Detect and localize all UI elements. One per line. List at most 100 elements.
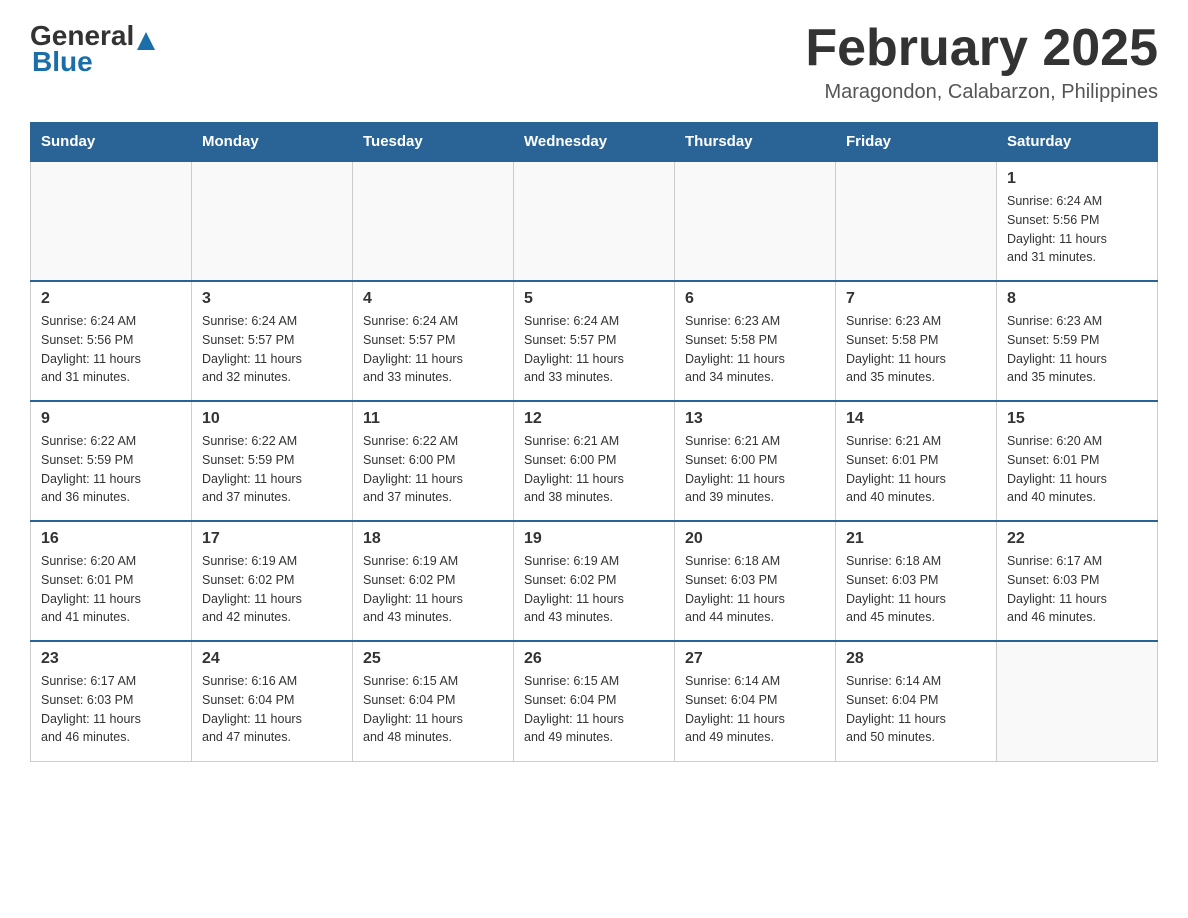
- day-number: 3: [202, 290, 342, 308]
- day-info: Sunrise: 6:14 AMSunset: 6:04 PMDaylight:…: [846, 672, 986, 747]
- day-number: 12: [524, 410, 664, 428]
- calendar-cell: 18Sunrise: 6:19 AMSunset: 6:02 PMDayligh…: [353, 521, 514, 641]
- page-header: General Blue February 2025 Maragondon, C…: [30, 20, 1158, 104]
- day-number: 20: [685, 530, 825, 548]
- calendar-cell: 8Sunrise: 6:23 AMSunset: 5:59 PMDaylight…: [997, 281, 1158, 401]
- day-number: 19: [524, 530, 664, 548]
- calendar-cell: 12 Sunrise: 6:21 AMSunset: 6:00 PMDayligh…: [514, 401, 675, 521]
- day-number: 25: [363, 650, 503, 668]
- calendar-cell: 3 Sunrise: 6:24 AMSunset: 5:57 PMDaylight…: [192, 281, 353, 401]
- logo-triangle-icon: [137, 32, 155, 50]
- calendar-header-tuesday: Tuesday: [353, 123, 514, 162]
- calendar-week-row: 9 Sunrise: 6:22 AMSunset: 5:59 PMDaylight…: [31, 401, 1158, 521]
- day-info: Sunrise: 6:22 AMSunset: 5:59 PMDaylight:…: [41, 432, 181, 507]
- day-info: Sunrise: 6:15 AMSunset: 6:04 PMDaylight:…: [363, 672, 503, 747]
- day-number: 26: [524, 650, 664, 668]
- calendar-header-saturday: Saturday: [997, 123, 1158, 162]
- calendar-cell: 11 Sunrise: 6:22 AMSunset: 6:00 PMDayligh…: [353, 401, 514, 521]
- day-info: Sunrise: 6:22 AMSunset: 6:00 PMDaylight:…: [363, 432, 503, 507]
- day-number: 13: [685, 410, 825, 428]
- calendar-cell: 24Sunrise: 6:16 AMSunset: 6:04 PMDayligh…: [192, 641, 353, 761]
- day-info: Sunrise: 6:17 AMSunset: 6:03 PMDaylight:…: [1007, 552, 1147, 627]
- calendar-cell: [997, 641, 1158, 761]
- day-number: 21: [846, 530, 986, 548]
- day-number: 15: [1007, 410, 1147, 428]
- calendar-header-wednesday: Wednesday: [514, 123, 675, 162]
- calendar-table: SundayMondayTuesdayWednesdayThursdayFrid…: [30, 122, 1158, 762]
- day-info: Sunrise: 6:20 AMSunset: 6:01 PMDaylight:…: [1007, 432, 1147, 507]
- subtitle: Maragondon, Calabarzon, Philippines: [805, 81, 1158, 104]
- calendar-cell: [31, 161, 192, 281]
- calendar-header-row: SundayMondayTuesdayWednesdayThursdayFrid…: [31, 123, 1158, 162]
- calendar-cell: 15 Sunrise: 6:20 AMSunset: 6:01 PMDayligh…: [997, 401, 1158, 521]
- day-number: 11: [363, 410, 503, 428]
- day-info: Sunrise: 6:21 AMSunset: 6:00 PMDaylight:…: [685, 432, 825, 507]
- day-info: Sunrise: 6:24 AMSunset: 5:56 PMDaylight:…: [41, 312, 181, 387]
- day-info: Sunrise: 6:24 AMSunset: 5:57 PMDaylight:…: [524, 312, 664, 387]
- day-info: Sunrise: 6:23 AMSunset: 5:58 PMDaylight:…: [685, 312, 825, 387]
- day-info: Sunrise: 6:17 AMSunset: 6:03 PMDaylight:…: [41, 672, 181, 747]
- calendar-cell: [675, 161, 836, 281]
- calendar-cell: [836, 161, 997, 281]
- logo-blue-text: Blue: [32, 46, 93, 78]
- calendar-cell: 22 Sunrise: 6:17 AMSunset: 6:03 PMDayligh…: [997, 521, 1158, 641]
- day-info: Sunrise: 6:19 AMSunset: 6:02 PMDaylight:…: [363, 552, 503, 627]
- day-info: Sunrise: 6:23 AMSunset: 5:59 PMDaylight:…: [1007, 312, 1147, 387]
- title-block: February 2025 Maragondon, Calabarzon, Ph…: [805, 20, 1158, 104]
- calendar-cell: 23 Sunrise: 6:17 AMSunset: 6:03 PMDayligh…: [31, 641, 192, 761]
- calendar-cell: 1 Sunrise: 6:24 AMSunset: 5:56 PMDaylight…: [997, 161, 1158, 281]
- day-number: 9: [41, 410, 181, 428]
- calendar-cell: 6 Sunrise: 6:23 AMSunset: 5:58 PMDaylight…: [675, 281, 836, 401]
- day-number: 10: [202, 410, 342, 428]
- calendar-cell: 10 Sunrise: 6:22 AMSunset: 5:59 PMDayligh…: [192, 401, 353, 521]
- logo: General Blue: [30, 20, 155, 78]
- calendar-header-friday: Friday: [836, 123, 997, 162]
- calendar-week-row: 16Sunrise: 6:20 AMSunset: 6:01 PMDayligh…: [31, 521, 1158, 641]
- day-info: Sunrise: 6:21 AMSunset: 6:00 PMDaylight:…: [524, 432, 664, 507]
- calendar-cell: 5 Sunrise: 6:24 AMSunset: 5:57 PMDaylight…: [514, 281, 675, 401]
- day-number: 28: [846, 650, 986, 668]
- calendar-cell: 26 Sunrise: 6:15 AMSunset: 6:04 PMDayligh…: [514, 641, 675, 761]
- day-info: Sunrise: 6:24 AMSunset: 5:57 PMDaylight:…: [202, 312, 342, 387]
- calendar-cell: [353, 161, 514, 281]
- calendar-cell: 25 Sunrise: 6:15 AMSunset: 6:04 PMDayligh…: [353, 641, 514, 761]
- day-info: Sunrise: 6:19 AMSunset: 6:02 PMDaylight:…: [202, 552, 342, 627]
- day-info: Sunrise: 6:18 AMSunset: 6:03 PMDaylight:…: [846, 552, 986, 627]
- calendar-cell: [514, 161, 675, 281]
- calendar-cell: [192, 161, 353, 281]
- calendar-week-row: 1 Sunrise: 6:24 AMSunset: 5:56 PMDaylight…: [31, 161, 1158, 281]
- day-number: 5: [524, 290, 664, 308]
- calendar-cell: 7 Sunrise: 6:23 AMSunset: 5:58 PMDaylight…: [836, 281, 997, 401]
- day-info: Sunrise: 6:14 AMSunset: 6:04 PMDaylight:…: [685, 672, 825, 747]
- calendar-cell: 27Sunrise: 6:14 AMSunset: 6:04 PMDayligh…: [675, 641, 836, 761]
- calendar-cell: 14 Sunrise: 6:21 AMSunset: 6:01 PMDayligh…: [836, 401, 997, 521]
- calendar-cell: 16Sunrise: 6:20 AMSunset: 6:01 PMDayligh…: [31, 521, 192, 641]
- calendar-week-row: 2 Sunrise: 6:24 AMSunset: 5:56 PMDaylight…: [31, 281, 1158, 401]
- day-number: 14: [846, 410, 986, 428]
- calendar-cell: 9 Sunrise: 6:22 AMSunset: 5:59 PMDaylight…: [31, 401, 192, 521]
- day-info: Sunrise: 6:16 AMSunset: 6:04 PMDaylight:…: [202, 672, 342, 747]
- calendar-cell: 13 Sunrise: 6:21 AMSunset: 6:00 PMDayligh…: [675, 401, 836, 521]
- calendar-cell: 20Sunrise: 6:18 AMSunset: 6:03 PMDayligh…: [675, 521, 836, 641]
- calendar-header-monday: Monday: [192, 123, 353, 162]
- day-number: 1: [1007, 170, 1147, 188]
- calendar-cell: 4 Sunrise: 6:24 AMSunset: 5:57 PMDaylight…: [353, 281, 514, 401]
- calendar-header-thursday: Thursday: [675, 123, 836, 162]
- day-info: Sunrise: 6:15 AMSunset: 6:04 PMDaylight:…: [524, 672, 664, 747]
- calendar-week-row: 23 Sunrise: 6:17 AMSunset: 6:03 PMDayligh…: [31, 641, 1158, 761]
- day-number: 4: [363, 290, 503, 308]
- calendar-cell: 28 Sunrise: 6:14 AMSunset: 6:04 PMDayligh…: [836, 641, 997, 761]
- day-number: 2: [41, 290, 181, 308]
- day-info: Sunrise: 6:24 AMSunset: 5:57 PMDaylight:…: [363, 312, 503, 387]
- day-info: Sunrise: 6:24 AMSunset: 5:56 PMDaylight:…: [1007, 192, 1147, 267]
- day-info: Sunrise: 6:21 AMSunset: 6:01 PMDaylight:…: [846, 432, 986, 507]
- day-info: Sunrise: 6:23 AMSunset: 5:58 PMDaylight:…: [846, 312, 986, 387]
- day-number: 23: [41, 650, 181, 668]
- day-info: Sunrise: 6:22 AMSunset: 5:59 PMDaylight:…: [202, 432, 342, 507]
- day-number: 7: [846, 290, 986, 308]
- calendar-cell: 19Sunrise: 6:19 AMSunset: 6:02 PMDayligh…: [514, 521, 675, 641]
- calendar-cell: 2 Sunrise: 6:24 AMSunset: 5:56 PMDaylight…: [31, 281, 192, 401]
- day-number: 6: [685, 290, 825, 308]
- day-number: 22: [1007, 530, 1147, 548]
- day-number: 17: [202, 530, 342, 548]
